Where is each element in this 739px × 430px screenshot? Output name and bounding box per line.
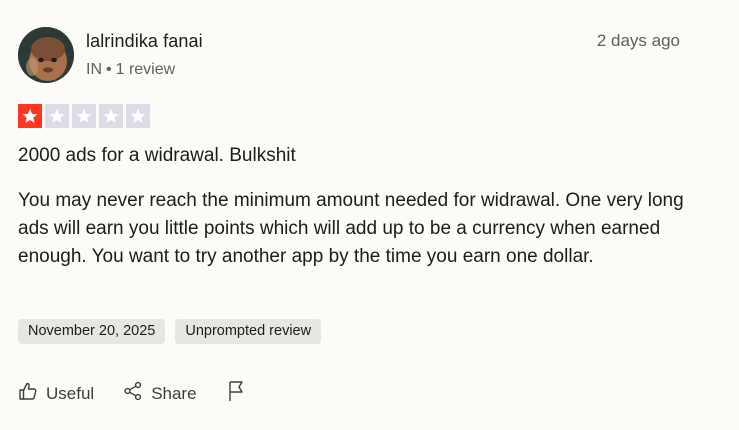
- review-tags: November 20, 2025 Unprompted review: [18, 319, 322, 344]
- meta-separator: •: [106, 61, 112, 78]
- star-empty-icon: [99, 104, 123, 128]
- share-button[interactable]: Share: [123, 381, 197, 406]
- avatar-photo: [18, 27, 74, 83]
- useful-button[interactable]: Useful: [18, 381, 94, 406]
- star-rating: [18, 104, 150, 128]
- share-icon: [123, 381, 143, 406]
- review-count: 1 review: [115, 61, 176, 78]
- thumbs-up-icon: [18, 381, 38, 406]
- reviewer-country: IN: [86, 61, 102, 78]
- review-actions: Useful Share: [18, 380, 275, 407]
- review-body: You may never reach the minimum amount n…: [18, 190, 684, 267]
- star-empty-icon: [126, 104, 150, 128]
- review-card: lalrindika fanai IN • 1 review 2 days ago …: [0, 0, 739, 430]
- avatar[interactable]: [18, 27, 74, 83]
- useful-label: Useful: [46, 383, 95, 403]
- experience-date-tag[interactable]: November 20, 2025: [18, 319, 166, 344]
- review-date-ago: 2 days ago: [596, 31, 680, 50]
- share-label: Share: [151, 383, 197, 403]
- star-filled-icon: [18, 104, 42, 128]
- reviewer-meta: IN • 1 review: [86, 61, 175, 79]
- flag-icon: [226, 380, 246, 407]
- report-button[interactable]: [226, 380, 246, 407]
- star-empty-icon: [45, 104, 69, 128]
- review-type-tag[interactable]: Unprompted review: [175, 319, 322, 344]
- reviewer-name[interactable]: lalrindika fanai: [86, 31, 203, 52]
- star-empty-icon: [72, 104, 96, 128]
- review-title: 2000 ads for a widrawal. Bulkshit: [18, 145, 296, 166]
